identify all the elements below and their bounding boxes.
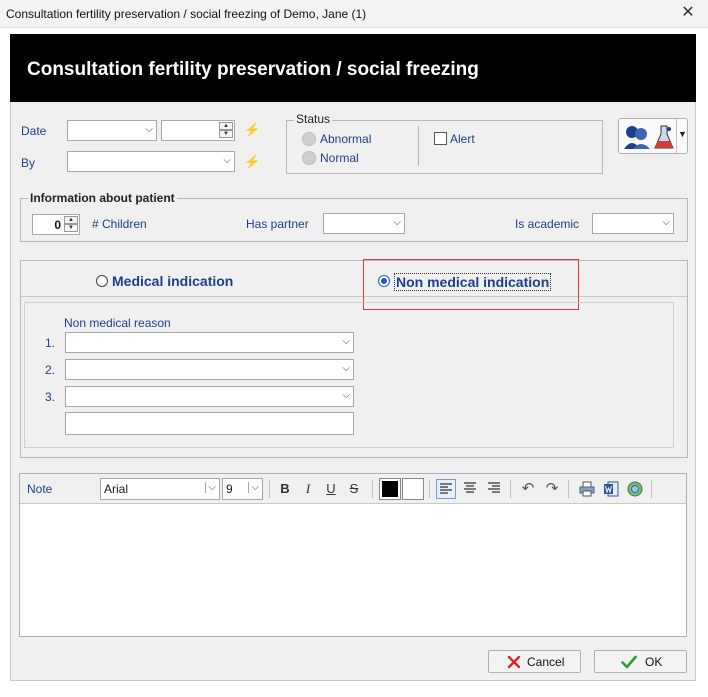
participants-button[interactable]: ▼ (618, 118, 688, 154)
reason-select-3[interactable]: ⌵ (65, 386, 354, 407)
spin-up-icon[interactable]: ▲ (64, 216, 78, 224)
spin-down-icon[interactable]: ▼ (219, 130, 233, 138)
italic-button[interactable]: I (298, 479, 318, 499)
non-medical-reason-label: Non medical reason (64, 316, 171, 330)
chevron-down-icon: ⌵ (223, 155, 231, 166)
note-label: Note (27, 482, 53, 496)
background-window-strip (0, 684, 708, 697)
abnormal-label: Abnormal (320, 132, 372, 146)
text-color-button[interactable] (379, 478, 401, 500)
font-select[interactable]: Arial ⌵ (100, 478, 220, 500)
undo-icon[interactable]: ↶ (518, 479, 538, 499)
caret-down-icon[interactable]: ▼ (678, 129, 687, 139)
patient-info-legend: Information about patient (28, 191, 177, 205)
by-label: By (21, 156, 36, 170)
note-textarea[interactable] (21, 506, 685, 635)
chevron-down-icon: ⌵ (342, 363, 350, 374)
spin-down-icon[interactable]: ▼ (64, 224, 78, 232)
status-divider (418, 126, 419, 166)
chevron-down-icon: ⌵ (145, 124, 153, 135)
normal-radio[interactable] (302, 151, 316, 165)
alert-label: Alert (450, 132, 475, 146)
ok-label: OK (645, 655, 663, 669)
checkmark-icon (621, 655, 637, 669)
has-partner-label: Has partner (246, 217, 309, 231)
children-value: 0 (54, 218, 61, 232)
cancel-label: Cancel (527, 655, 565, 669)
by-field[interactable]: ⌵ (67, 151, 235, 172)
spin-up-icon[interactable]: ▲ (219, 122, 233, 130)
font-size-value: 9 (226, 482, 233, 496)
cancel-button[interactable]: Cancel (488, 650, 581, 673)
word-icon[interactable] (601, 479, 621, 499)
toolbar-separator (510, 480, 511, 498)
children-label: # Children (92, 217, 147, 231)
toolbar-separator (269, 480, 270, 498)
spellcheck-icon[interactable] (625, 479, 645, 499)
is-academic-select[interactable]: ⌵ (592, 213, 674, 234)
ok-button[interactable]: OK (594, 650, 687, 673)
toolbar-separator (568, 480, 569, 498)
font-value: Arial (104, 482, 129, 496)
close-icon[interactable]: ✕ (676, 3, 700, 23)
font-size-select[interactable]: 9 ⌵ (222, 478, 263, 500)
abnormal-radio[interactable] (302, 132, 316, 146)
highlight-color-button[interactable] (402, 478, 424, 500)
window-title: Consultation fertility preservation / so… (6, 7, 367, 21)
date-label: Date (21, 124, 47, 138)
lightning-icon[interactable]: ⚡ (244, 154, 260, 170)
window-titlebar: Consultation fertility preservation / so… (0, 0, 708, 28)
bold-button[interactable]: B (275, 479, 295, 499)
medical-indication-label[interactable]: Medical indication (112, 273, 233, 289)
toolbar-separator (372, 480, 373, 498)
toolbar-separator (651, 480, 652, 498)
chevron-down-icon: ⌵ (393, 217, 401, 228)
strikethrough-button[interactable]: S (344, 479, 364, 499)
reason-number: 3. (45, 390, 56, 404)
reason-select-1[interactable]: ⌵ (65, 332, 354, 353)
people-icon (624, 126, 650, 149)
lightning-icon[interactable]: ⚡ (244, 122, 260, 138)
alert-checkbox[interactable] (434, 132, 447, 145)
chevron-down-icon: ⌵ (342, 390, 350, 401)
reason-other-input[interactable] (65, 412, 354, 435)
align-center-icon[interactable] (460, 479, 480, 499)
normal-label: Normal (320, 151, 359, 165)
children-stepper[interactable]: 0 ▲ ▼ (32, 214, 80, 235)
toolbar-separator (429, 480, 430, 498)
chevron-down-icon: ⌵ (662, 217, 670, 228)
underline-button[interactable]: U (321, 479, 341, 499)
align-right-icon[interactable] (484, 479, 504, 499)
lab-flask-icon (654, 125, 674, 149)
has-partner-select[interactable]: ⌵ (323, 213, 405, 234)
chevron-down-icon: ⌵ (342, 336, 350, 347)
button-divider (676, 119, 677, 153)
print-icon[interactable] (577, 479, 597, 499)
align-left-icon[interactable] (436, 479, 456, 499)
children-spinner[interactable]: ▲ ▼ (64, 216, 78, 233)
reason-number: 1. (45, 336, 56, 350)
medical-indication-radio[interactable] (96, 275, 108, 287)
chevron-down-icon: ⌵ (248, 482, 259, 493)
date-field[interactable]: ⌵ (67, 120, 157, 141)
time-field[interactable]: ▲ ▼ (161, 120, 235, 141)
reason-number: 2. (45, 363, 56, 377)
dialog-title: Consultation fertility preservation / so… (27, 59, 479, 80)
chevron-down-icon: ⌵ (205, 482, 216, 493)
cancel-x-icon (507, 655, 521, 669)
status-legend: Status (294, 112, 333, 126)
status-group (286, 120, 603, 174)
reason-select-2[interactable]: ⌵ (65, 359, 354, 380)
indication-divider (21, 296, 687, 297)
is-academic-label: Is academic (515, 217, 580, 231)
dialog-header: Consultation fertility preservation / so… (10, 34, 696, 102)
text-color-swatch (382, 481, 398, 497)
time-spinner[interactable]: ▲ ▼ (219, 122, 233, 139)
redo-icon[interactable]: ↷ (542, 479, 562, 499)
